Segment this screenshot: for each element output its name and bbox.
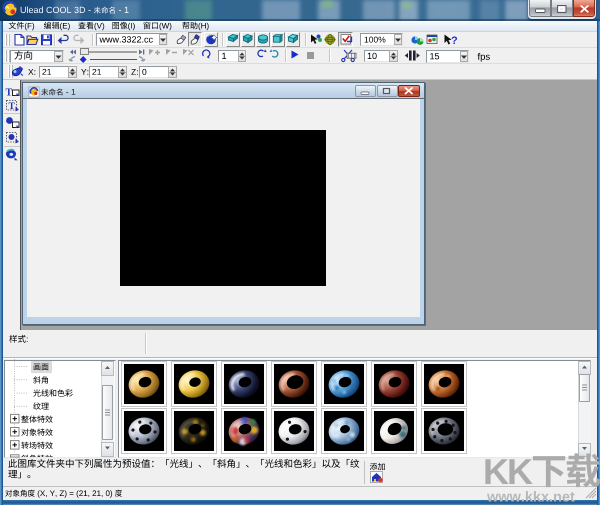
svg-text:?: ? — [451, 35, 458, 47]
svg-text:T: T — [9, 102, 16, 112]
svg-text:T: T — [6, 88, 13, 99]
